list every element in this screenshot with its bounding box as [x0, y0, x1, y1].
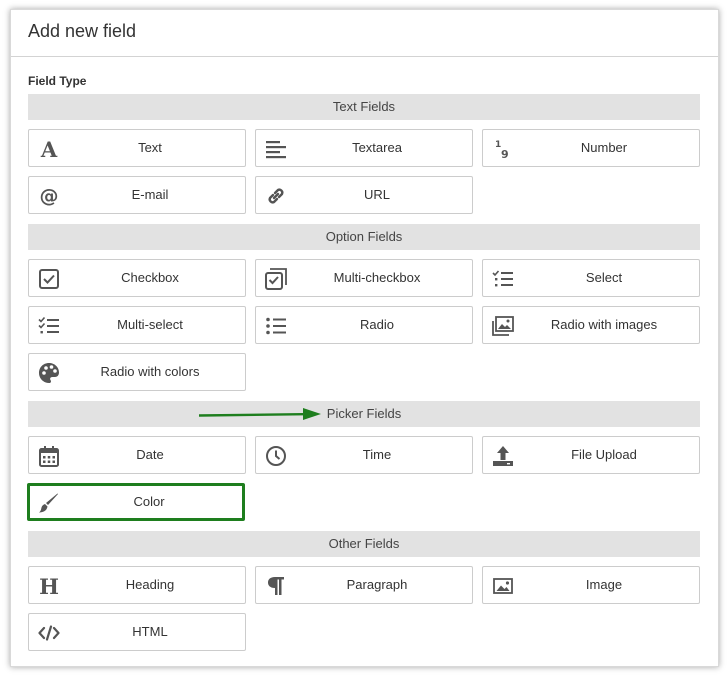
textarea-field-button[interactable]: Textarea [255, 129, 473, 167]
radio-with-colors-field-button[interactable]: Radio with colors [28, 353, 246, 391]
radio-with-colors-field-label: Radio with colors [100, 364, 200, 379]
radio-field-label: Radio [360, 317, 394, 332]
textarea-field-label: Textarea [352, 140, 402, 155]
select-field-button[interactable]: Select [482, 259, 700, 297]
text-icon: A [38, 138, 60, 160]
radio-with-images-field-label: Radio with images [550, 317, 658, 332]
multi-select-field-label: Multi-select [117, 317, 183, 332]
time-field-button[interactable]: Time [255, 436, 473, 474]
file-upload-field-button[interactable]: File Upload [482, 436, 700, 474]
number-field-button[interactable]: 19 Number [482, 129, 700, 167]
checkbox-field-button[interactable]: Checkbox [28, 259, 246, 297]
paragraph-icon [265, 575, 287, 597]
select-field-label: Select [585, 270, 623, 285]
file-upload-field-label: File Upload [571, 447, 637, 462]
text-field-button[interactable]: A Text [28, 129, 246, 167]
clock-icon [265, 445, 287, 467]
dialog-title: Add new field [28, 21, 137, 41]
paragraph-field-button[interactable]: Paragraph [255, 566, 473, 604]
number-field-label: Number [580, 140, 628, 155]
date-field-button[interactable]: Date [28, 436, 246, 474]
svg-text:A: A [40, 138, 58, 160]
date-field-label: Date [136, 447, 164, 462]
multi-checkbox-field-label: Multi-checkbox [333, 270, 421, 285]
multi-select-field-button[interactable]: Multi-select [28, 306, 246, 344]
url-field-button[interactable]: URL [255, 176, 473, 214]
html-field-label: HTML [132, 624, 168, 639]
heading-icon: H [38, 575, 60, 597]
color-field-label: Color [133, 494, 165, 509]
code-icon [38, 622, 60, 644]
number-icon: 19 [492, 138, 514, 160]
heading-field-label: Heading [125, 577, 175, 592]
svg-text:H: H [39, 575, 59, 597]
color-field-button[interactable]: Color [27, 483, 245, 521]
multi-select-list-icon [38, 315, 60, 337]
field-type-label: Field Type [28, 74, 87, 88]
other-fields-header: Other Fields [28, 531, 700, 557]
picker-fields-header: Picker Fields [28, 401, 700, 427]
svg-text:@: @ [40, 185, 59, 207]
radio-list-icon [265, 315, 287, 337]
text-fields-header: Text Fields [28, 94, 700, 120]
multi-checkbox-icon [265, 268, 287, 290]
image-field-label: Image [585, 577, 623, 592]
radio-with-images-field-button[interactable]: Radio with images [482, 306, 700, 344]
annotation-arrow [199, 408, 321, 420]
select-list-icon [492, 268, 514, 290]
dialog-header: Add new field [11, 10, 718, 57]
checkbox-field-label: Checkbox [121, 270, 179, 285]
heading-field-button[interactable]: H Heading [28, 566, 246, 604]
radio-field-button[interactable]: Radio [255, 306, 473, 344]
time-field-label: Time [362, 447, 392, 462]
calendar-icon [38, 445, 60, 467]
paragraph-field-label: Paragraph [346, 577, 408, 592]
text-field-label: Text [138, 140, 162, 155]
palette-icon [38, 362, 60, 384]
html-field-button[interactable]: HTML [28, 613, 246, 651]
url-field-label: URL [363, 187, 390, 202]
email-icon: @ [38, 185, 60, 207]
textarea-icon [265, 138, 287, 160]
checkbox-icon [38, 268, 60, 290]
add-field-dialog: Add new field Field Type Text Fields A T… [10, 9, 719, 667]
email-field-button[interactable]: @ E-mail [28, 176, 246, 214]
image-icon [492, 575, 514, 597]
option-fields-header: Option Fields [28, 224, 700, 250]
upload-icon [492, 445, 514, 467]
image-field-button[interactable]: Image [482, 566, 700, 604]
link-icon [265, 185, 287, 207]
multi-checkbox-field-button[interactable]: Multi-checkbox [255, 259, 473, 297]
email-field-label: E-mail [131, 187, 169, 202]
images-icon [492, 315, 514, 337]
paintbrush-icon [37, 492, 59, 514]
svg-text:9: 9 [501, 148, 509, 160]
